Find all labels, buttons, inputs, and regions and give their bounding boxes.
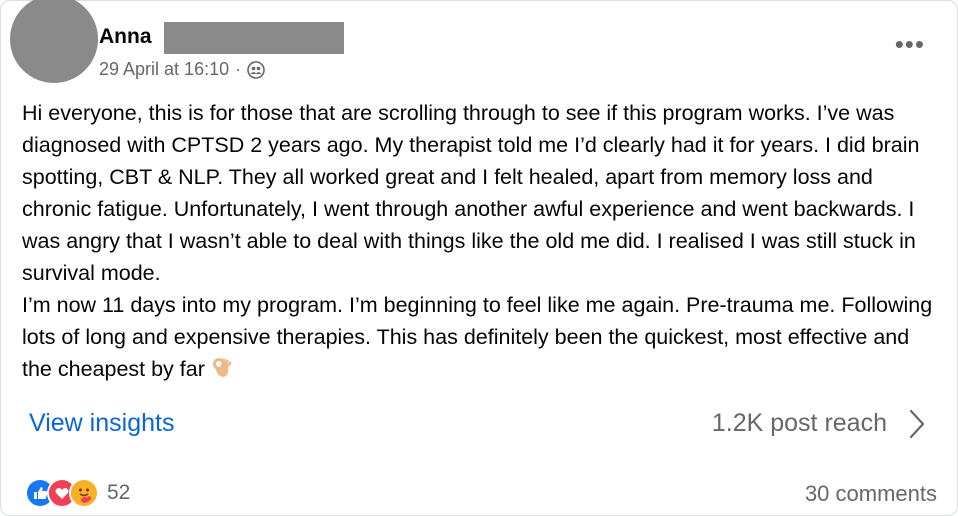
avatar[interactable] [10,0,98,83]
post-meta: 29 April at 16:10 · [99,59,265,80]
post-body: Hi everyone, this is for those that are … [22,97,942,385]
reactions-summary[interactable]: 52 [25,478,130,508]
ok-hand-emoji [211,356,233,378]
friends-icon[interactable] [247,60,265,79]
comments-count[interactable]: 30 comments [805,481,937,507]
post-paragraph-2: I’m now 11 days into my program. I’m beg… [22,289,942,385]
meta-separator: · [235,59,242,79]
post-paragraph-2-text: I’m now 11 days into my program. I’m beg… [22,293,933,381]
timestamp[interactable]: 29 April at 16:10 [99,59,229,80]
author-name[interactable]: Anna [99,25,152,49]
post-paragraph-1: Hi everyone, this is for those that are … [22,101,920,285]
chevron-right-icon[interactable] [907,407,927,441]
more-options-button[interactable]: ••• [895,31,925,57]
post-card: Anna 29 April at 16:10 · ••• Hi everyone… [0,0,958,516]
care-reaction-icon [69,478,99,508]
redacted-surname [164,22,344,54]
view-insights-link[interactable]: View insights [29,409,174,438]
reaction-count[interactable]: 52 [107,481,130,505]
post-reach[interactable]: 1.2K post reach [712,409,887,438]
